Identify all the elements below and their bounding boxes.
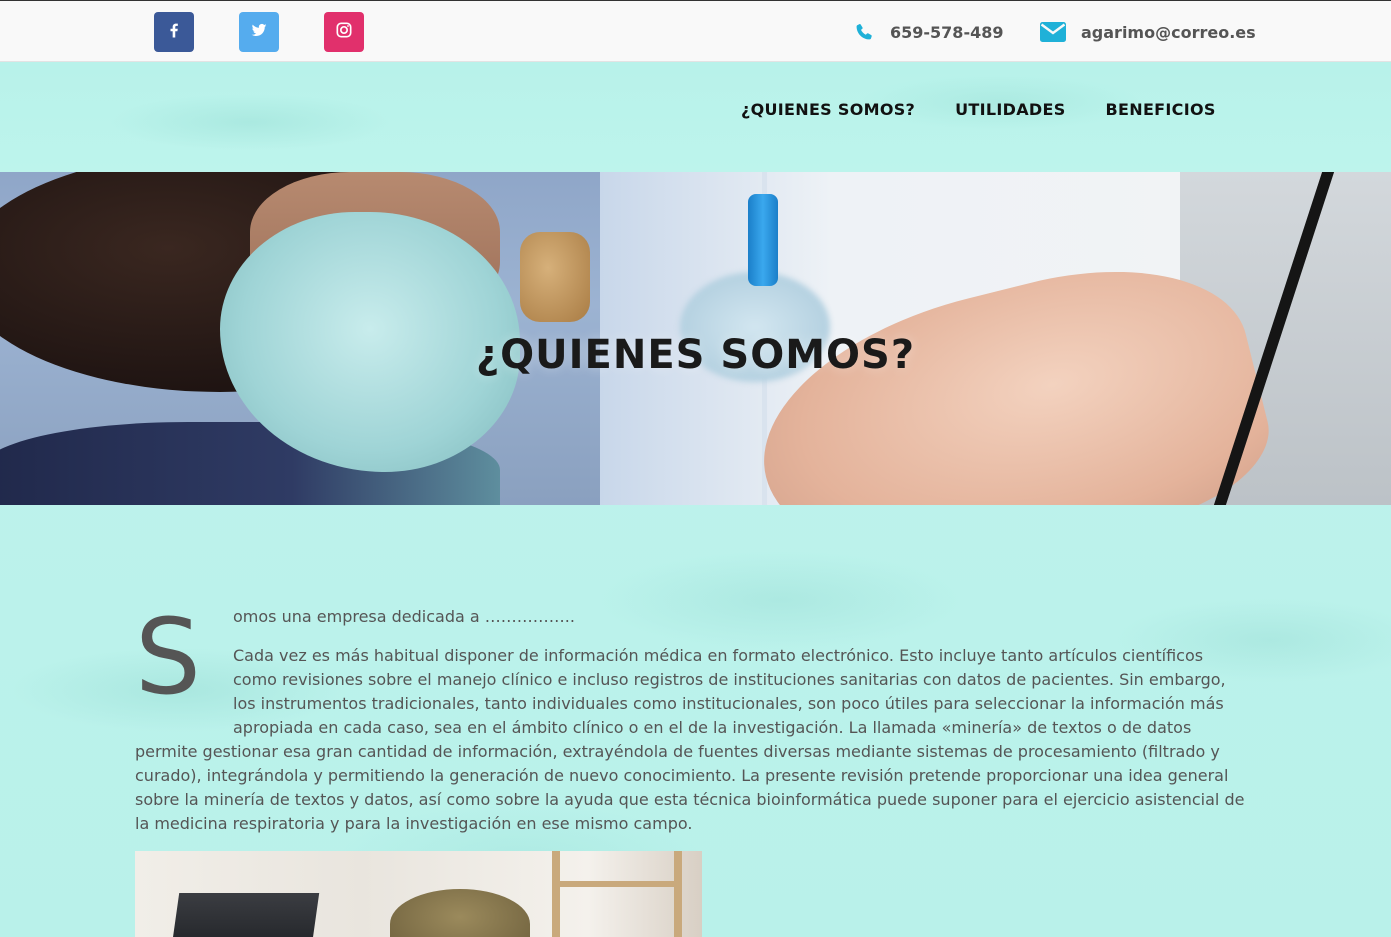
about-section: S omos una empresa dedicada a …………….. Ca… xyxy=(135,603,1245,851)
page-title: ¿QUIENES SOMOS? xyxy=(475,332,916,378)
intro-paragraph: omos una empresa dedicada a …………….. xyxy=(233,607,575,626)
twitter-button[interactable] xyxy=(239,12,279,52)
nav-item-utilidades[interactable]: UTILIDADES xyxy=(955,100,1065,119)
page: 659-578-489 agarimo@correo.es ¿QUIENES S… xyxy=(0,0,1391,937)
phone-number: 659-578-489 xyxy=(890,22,1004,42)
email-address: agarimo@correo.es xyxy=(1081,22,1256,42)
nav-item-quienes-somos[interactable]: ¿QUIENES SOMOS? xyxy=(741,100,915,119)
drop-cap: S xyxy=(135,596,202,718)
nav-menu: ¿QUIENES SOMOS? UTILIDADES BENEFICIOS xyxy=(741,100,1256,119)
body-paragraph: Cada vez es más habitual disponer de inf… xyxy=(135,646,1245,833)
nav-item-beneficios[interactable]: BENEFICIOS xyxy=(1106,100,1216,119)
email-contact[interactable]: agarimo@correo.es xyxy=(1040,20,1256,44)
article-image xyxy=(135,851,702,937)
top-bar: 659-578-489 agarimo@correo.es xyxy=(0,0,1391,62)
main-navbar: ¿QUIENES SOMOS? UTILIDADES BENEFICIOS xyxy=(0,62,1391,172)
phone-icon xyxy=(854,22,874,42)
envelope-icon xyxy=(1040,22,1066,42)
instagram-icon xyxy=(334,20,354,44)
facebook-button[interactable] xyxy=(154,12,194,52)
phone-contact[interactable]: 659-578-489 xyxy=(854,20,1003,44)
twitter-icon xyxy=(249,20,269,44)
facebook-icon xyxy=(164,20,184,44)
hero-banner: ¿QUIENES SOMOS? xyxy=(0,172,1391,505)
instagram-button[interactable] xyxy=(324,12,364,52)
